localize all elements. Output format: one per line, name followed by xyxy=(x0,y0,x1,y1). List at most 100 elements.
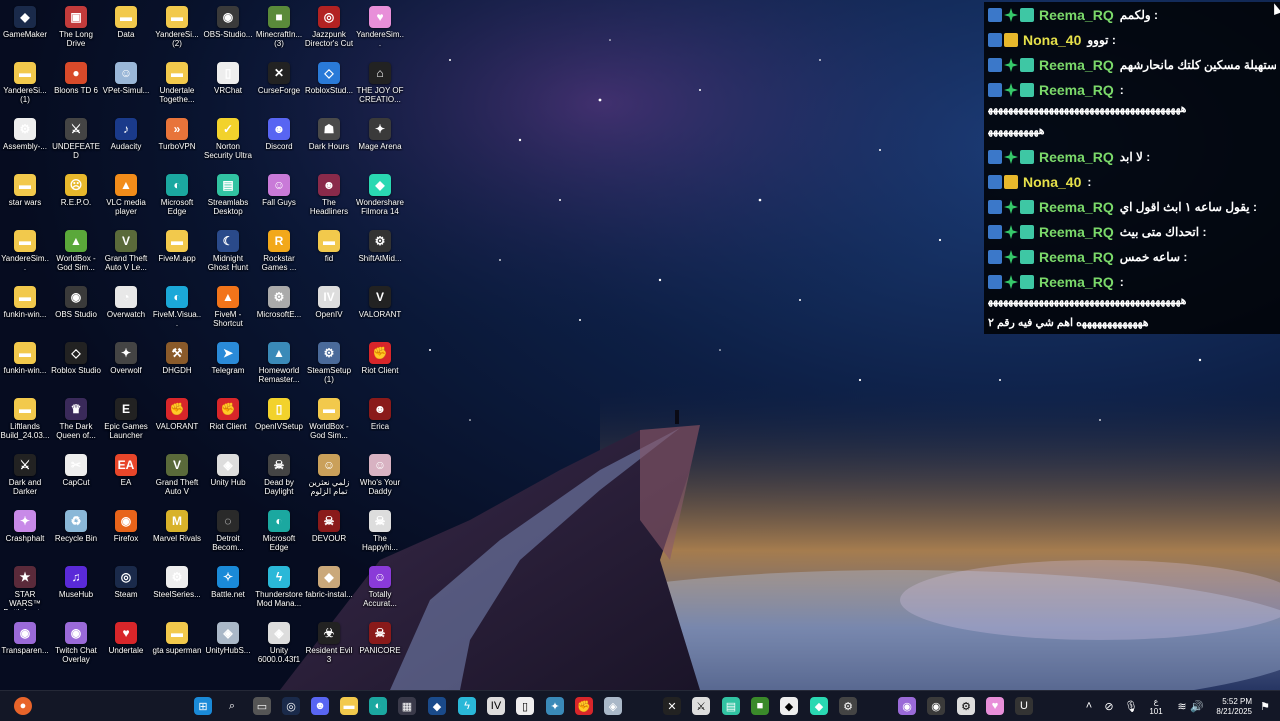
desktop-shortcut[interactable]: ϟ Thunderstore Mod Mana... xyxy=(254,562,304,616)
desktop-shortcut[interactable]: ▬ funkin-win... xyxy=(0,338,50,392)
desktop-shortcut[interactable]: ● Bloons TD 6 xyxy=(51,58,101,112)
desktop-shortcut[interactable]: M Marvel Rivals xyxy=(152,506,202,560)
desktop-shortcut[interactable]: » TurboVPN xyxy=(152,114,202,168)
desktop-shortcut[interactable]: ★STAR WARS™ Battlefront... xyxy=(0,562,50,616)
thunderstore-taskbar-icon[interactable]: ϟ xyxy=(458,697,476,715)
desktop-shortcut[interactable]: ⚙ Assembly-... xyxy=(0,114,50,168)
desktop-shortcut[interactable]: ▲ WorldBox - God Sim... xyxy=(51,226,101,280)
notification-bell-icon[interactable]: ⚑ xyxy=(1256,697,1274,715)
desktop-shortcut[interactable]: ⌂ THE JOY OF CREATIO... xyxy=(355,58,405,112)
desktop-shortcut[interactable]: ☗ Dark Hours xyxy=(304,114,354,168)
desktop-shortcut[interactable]: ☻ Erica xyxy=(355,394,405,448)
desktop-shortcut[interactable]: ▯ VRChat xyxy=(203,58,253,112)
desktop-shortcut[interactable]: ◉ Firefox xyxy=(101,506,151,560)
desktop-shortcut[interactable]: ➤ Telegram xyxy=(203,338,253,392)
chevron-up-icon[interactable]: ˄ xyxy=(1080,697,1098,715)
desktop-shortcut[interactable]: ▬ Liftlands Build_24.03... xyxy=(0,394,50,448)
clock[interactable]: 5:52 PM 8/21/2025 xyxy=(1208,697,1252,717)
desktop-shortcut[interactable]: ☠ DEVOUR xyxy=(304,506,354,560)
desktop-shortcut[interactable]: ◇ RobloxStud... xyxy=(304,58,354,112)
desktop-shortcut[interactable]: ⚔ Dark and Darker xyxy=(0,450,50,504)
yandere-taskbar-icon[interactable]: ♥ xyxy=(986,697,1004,715)
desktop-shortcut[interactable]: ◆ Wondershare Filmora 14 xyxy=(355,170,405,224)
notepad-taskbar-icon[interactable]: ▯ xyxy=(516,697,534,715)
unreal-taskbar-icon[interactable]: U xyxy=(1015,697,1033,715)
desktop-shortcut[interactable]: ▬ YandereSi... (1) xyxy=(0,58,50,112)
file-explorer-icon[interactable]: ▬ xyxy=(340,697,358,715)
desktop-shortcut[interactable]: ▬ fid xyxy=(304,226,354,280)
desktop-shortcut[interactable]: ◌ Detroit Becom... xyxy=(203,506,253,560)
desktop-shortcut[interactable]: ✊ Riot Client xyxy=(355,338,405,392)
desktop-shortcut[interactable]: ✦ Overwolf xyxy=(101,338,151,392)
desktop-shortcut[interactable]: ◐ Microsoft Edge xyxy=(152,170,202,224)
desktop-shortcut[interactable]: ◐ FiveM.Visua... xyxy=(152,282,202,336)
desktop-shortcut[interactable]: ☣ Resident Evil 3 xyxy=(304,618,354,672)
desktop-shortcut[interactable]: ♥ Undertale xyxy=(101,618,151,672)
desktop-shortcut[interactable]: ☠ PANICORE xyxy=(355,618,405,672)
language-indicator[interactable]: ع 101 xyxy=(1146,697,1166,717)
desktop-shortcut[interactable]: ✦ Crashphalt xyxy=(0,506,50,560)
desktop-shortcut[interactable]: ■ MinecraftIn... (3) xyxy=(254,2,304,56)
desktop-shortcut[interactable]: ✂ CapCut xyxy=(51,450,101,504)
discord-taskbar-icon[interactable]: ☻ xyxy=(311,697,329,715)
desktop-shortcut[interactable]: ▬ Undertale Togethe... xyxy=(152,58,202,112)
desktop-shortcut[interactable]: V Grand Theft Auto V xyxy=(152,450,202,504)
app-taskbar-icon-6[interactable]: ◆ xyxy=(780,697,798,715)
desktop-shortcut[interactable]: V Grand Theft Auto V Le... xyxy=(101,226,151,280)
desktop-shortcut[interactable]: ▲ Homeworld Remaster... xyxy=(254,338,304,392)
desktop-shortcut[interactable]: ▬ YandereSi... (2) xyxy=(152,2,202,56)
app-taskbar-icon-8[interactable]: ◉ xyxy=(898,697,916,715)
desktop-shortcut[interactable]: ◎ Jazzpunk Director's Cut xyxy=(304,2,354,56)
desktop-shortcut[interactable]: ◉ OBS-Studio... xyxy=(203,2,253,56)
microphone-icon[interactable]: 🎙 xyxy=(1122,697,1140,715)
desktop-shortcut[interactable]: ☻ Discord xyxy=(254,114,304,168)
desktop-shortcut[interactable]: ⚙ SteelSeries... xyxy=(152,562,202,616)
task-view-icon[interactable]: ▭ xyxy=(253,697,271,715)
desktop-shortcut[interactable]: ☾ Midnight Ghost Hunt xyxy=(203,226,253,280)
desktop-shortcut[interactable]: ♻ Recycle Bin xyxy=(51,506,101,560)
desktop-shortcut[interactable]: ☺ Who's Your Daddy xyxy=(355,450,405,504)
desktop-shortcut[interactable]: ▲ FiveM - Shortcut xyxy=(203,282,253,336)
desktop-shortcut[interactable]: ◐ Microsoft Edge xyxy=(254,506,304,560)
search-icon[interactable]: ⌕ xyxy=(223,697,241,715)
desktop-shortcut[interactable]: ◉ OBS Studio xyxy=(51,282,101,336)
volume-icon[interactable]: 🔊 xyxy=(1188,697,1206,715)
desktop-shortcut[interactable]: ▤ Streamlabs Desktop xyxy=(203,170,253,224)
desktop-shortcut[interactable]: ☺ Fall Guys xyxy=(254,170,304,224)
desktop-shortcut[interactable]: ♫ MuseHub xyxy=(51,562,101,616)
app-taskbar-icon-2[interactable]: ✦ xyxy=(546,697,564,715)
desktop-shortcut[interactable]: ▬ Data xyxy=(101,2,151,56)
desktop-shortcut[interactable]: ⚙ ShiftAtMid... xyxy=(355,226,405,280)
desktop-shortcut[interactable]: ☺ زلمي نعثرين تمام الزلوم xyxy=(304,450,354,504)
filmora-taskbar-icon[interactable]: ◆ xyxy=(810,697,828,715)
desktop-shortcut[interactable]: ✕ CurseForge xyxy=(254,58,304,112)
desktop-shortcut[interactable]: ☻ The Headliners xyxy=(304,170,354,224)
desktop-shortcut[interactable]: EA EA xyxy=(101,450,151,504)
desktop-shortcut[interactable]: E Epic Games Launcher xyxy=(101,394,151,448)
app-taskbar-icon-7[interactable]: ⚙ xyxy=(839,697,857,715)
desktop-shortcut[interactable]: ◈ Unity 6000.0.43f1 xyxy=(254,618,304,672)
obs-taskbar-icon[interactable]: ◉ xyxy=(927,697,945,715)
steam-taskbar-icon[interactable]: ◎ xyxy=(282,697,300,715)
desktop-shortcut[interactable]: ▬ funkin-win... xyxy=(0,282,50,336)
desktop-shortcut[interactable]: ◈ UnityHubS... xyxy=(203,618,253,672)
desktop-shortcut[interactable]: ▬ WorldBox - God Sim... xyxy=(304,394,354,448)
desktop-shortcut[interactable]: ▬ YandereSim... xyxy=(0,226,50,280)
desktop-shortcut[interactable]: ✦ Mage Arena xyxy=(355,114,405,168)
desktop-shortcut[interactable]: V VALORANT xyxy=(355,282,405,336)
openiv-taskbar-icon[interactable]: IV xyxy=(487,697,505,715)
desktop-shortcut[interactable]: ☹ R.E.P.O. xyxy=(51,170,101,224)
desktop-shortcut[interactable]: ☠ The Happyhi... xyxy=(355,506,405,560)
desktop-shortcut[interactable]: ◉ Twitch Chat Overlay xyxy=(51,618,101,672)
desktop-shortcut[interactable]: ◇ Roblox Studio xyxy=(51,338,101,392)
widgets-icon[interactable]: ● xyxy=(14,697,32,715)
desktop-shortcut[interactable]: ◎ Steam xyxy=(101,562,151,616)
desktop-shortcut[interactable]: ◈ Unity Hub xyxy=(203,450,253,504)
start-button[interactable]: ⊞ xyxy=(194,697,212,715)
desktop-shortcut[interactable]: ◆ GameMaker xyxy=(0,2,50,56)
app-taskbar-icon-3[interactable]: ✊ xyxy=(575,697,593,715)
desktop-shortcut[interactable]: ⚙ MicrosoftE... xyxy=(254,282,304,336)
desktop-shortcut[interactable]: ⚔ UNDEFEATED xyxy=(51,114,101,168)
app-taskbar-icon-1[interactable]: ◆ xyxy=(428,697,446,715)
edge-taskbar-icon[interactable]: ◐ xyxy=(369,697,387,715)
